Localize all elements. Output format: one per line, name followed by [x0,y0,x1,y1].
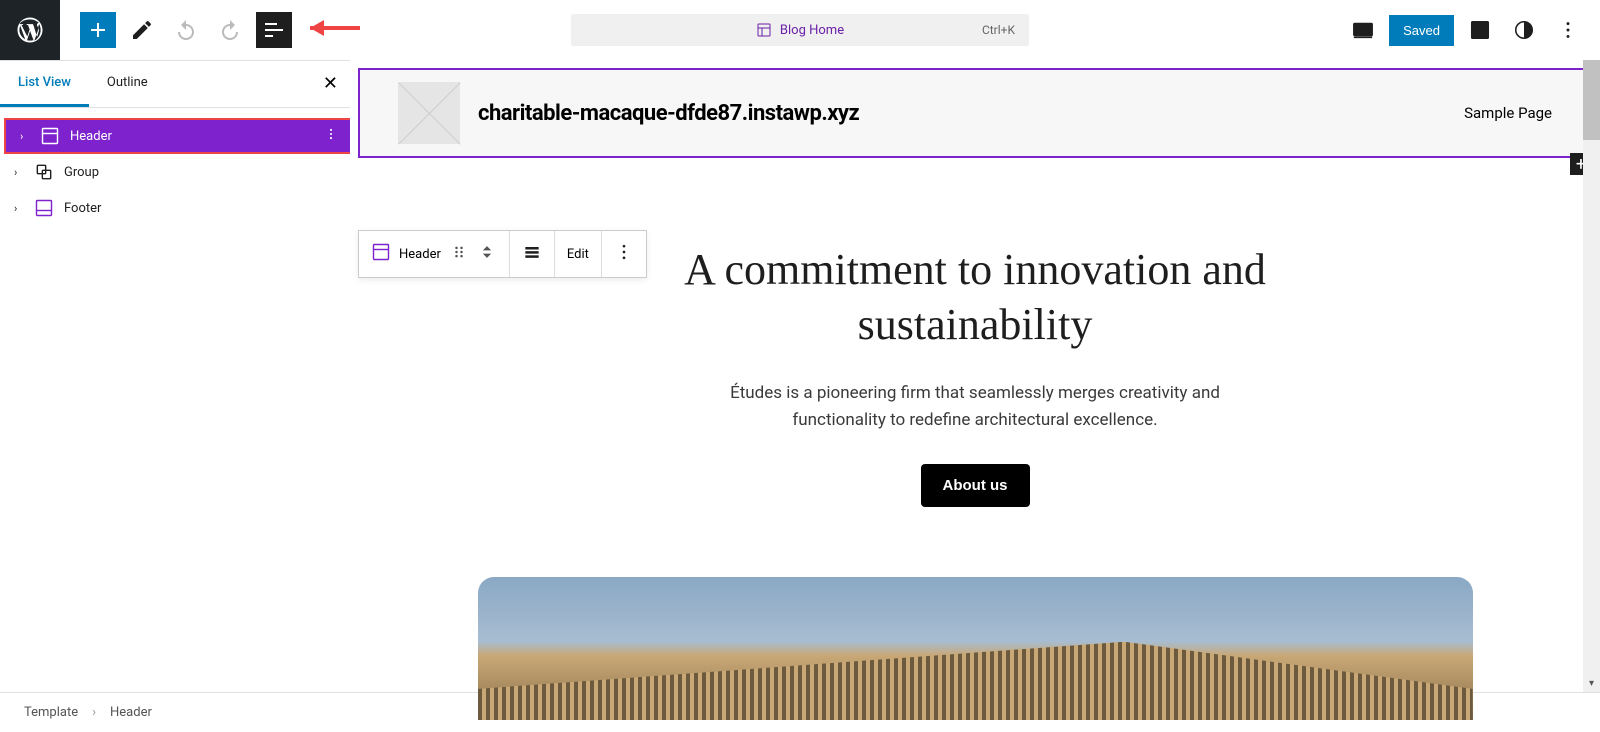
list-view-sidebar: List View Outline ✕ › Header › Group › [0,60,350,692]
more-segment[interactable] [602,231,646,277]
nav-link-sample-page[interactable]: Sample Page [1464,104,1552,122]
add-block-button[interactable] [80,12,116,48]
chevron-right-icon[interactable]: › [20,130,30,143]
template-part-icon [34,198,54,218]
vertical-scrollbar[interactable]: ▾ [1583,60,1600,692]
top-toolbar: Blog Home Ctrl+K Saved [0,0,1600,60]
settings-panel-button[interactable] [1462,12,1498,48]
move-arrows-icon[interactable] [477,242,497,266]
block-type-segment[interactable]: Header [359,231,510,277]
wordpress-logo[interactable] [0,0,60,60]
close-sidebar-button[interactable]: ✕ [323,73,338,94]
scrollbar-down-arrow[interactable]: ▾ [1583,675,1600,692]
editor-canvas[interactable]: charitable-macaque-dfde87.instawp.xyz Sa… [350,60,1600,692]
save-button[interactable]: Saved [1389,15,1454,46]
chevron-right-icon[interactable]: › [14,166,24,179]
options-menu-button[interactable] [1550,12,1586,48]
template-icon [756,22,772,38]
tab-list-view[interactable]: List View [0,61,89,107]
align-segment[interactable] [510,231,555,277]
document-title-bar[interactable]: Blog Home Ctrl+K [571,14,1029,46]
breadcrumb-root[interactable]: Template [24,705,78,720]
styles-button[interactable] [1506,12,1542,48]
sidebar-tabs: List View Outline ✕ [0,61,350,108]
edit-segment[interactable]: Edit [555,231,602,277]
tree-item-group[interactable]: › Group [0,154,350,190]
tab-outline[interactable]: Outline [89,61,166,107]
tree-item-header[interactable]: › Header [4,118,350,154]
document-title: Blog Home [780,23,844,38]
hero-heading[interactable]: A commitment to innovation and sustainab… [625,242,1325,352]
edit-label: Edit [567,247,589,262]
tree-item-options-button[interactable] [324,127,338,145]
chevron-right-icon[interactable]: › [14,202,24,215]
breadcrumb-current[interactable]: Header [110,705,152,720]
site-title[interactable]: charitable-macaque-dfde87.instawp.xyz [478,101,859,126]
keyboard-shortcut: Ctrl+K [982,23,1015,37]
main-area: List View Outline ✕ › Header › Group › [0,60,1600,692]
tree-item-label: Header [70,129,112,144]
template-part-icon [371,242,391,266]
more-options-icon [614,242,634,266]
block-tree: › Header › Group › Footer [0,108,350,236]
undo-button[interactable] [168,12,204,48]
block-type-label: Header [399,247,441,262]
redo-button[interactable] [212,12,248,48]
toolbar-left-group [60,12,380,48]
header-block[interactable]: charitable-macaque-dfde87.instawp.xyz Sa… [358,68,1592,158]
tree-item-label: Footer [64,201,101,216]
template-part-icon [40,126,60,146]
align-icon [522,242,542,266]
hero-subtitle[interactable]: Études is a pioneering firm that seamles… [700,380,1250,434]
drag-handle-icon[interactable] [449,242,469,266]
about-us-button[interactable]: About us [921,464,1030,507]
toolbar-right-group: Saved [1345,12,1600,48]
annotation-arrow [310,18,380,42]
scrollbar-thumb[interactable] [1583,60,1600,140]
tree-item-footer[interactable]: › Footer [0,190,350,226]
group-icon [34,162,54,182]
site-logo-placeholder[interactable] [398,82,460,144]
block-toolbar: Header Edit [358,230,647,278]
list-view-toggle-button[interactable] [256,12,292,48]
tree-item-label: Group [64,165,99,180]
edit-tool-button[interactable] [124,12,160,48]
hero-image[interactable] [478,577,1473,720]
view-device-button[interactable] [1345,12,1381,48]
chevron-right-icon: › [92,705,96,720]
